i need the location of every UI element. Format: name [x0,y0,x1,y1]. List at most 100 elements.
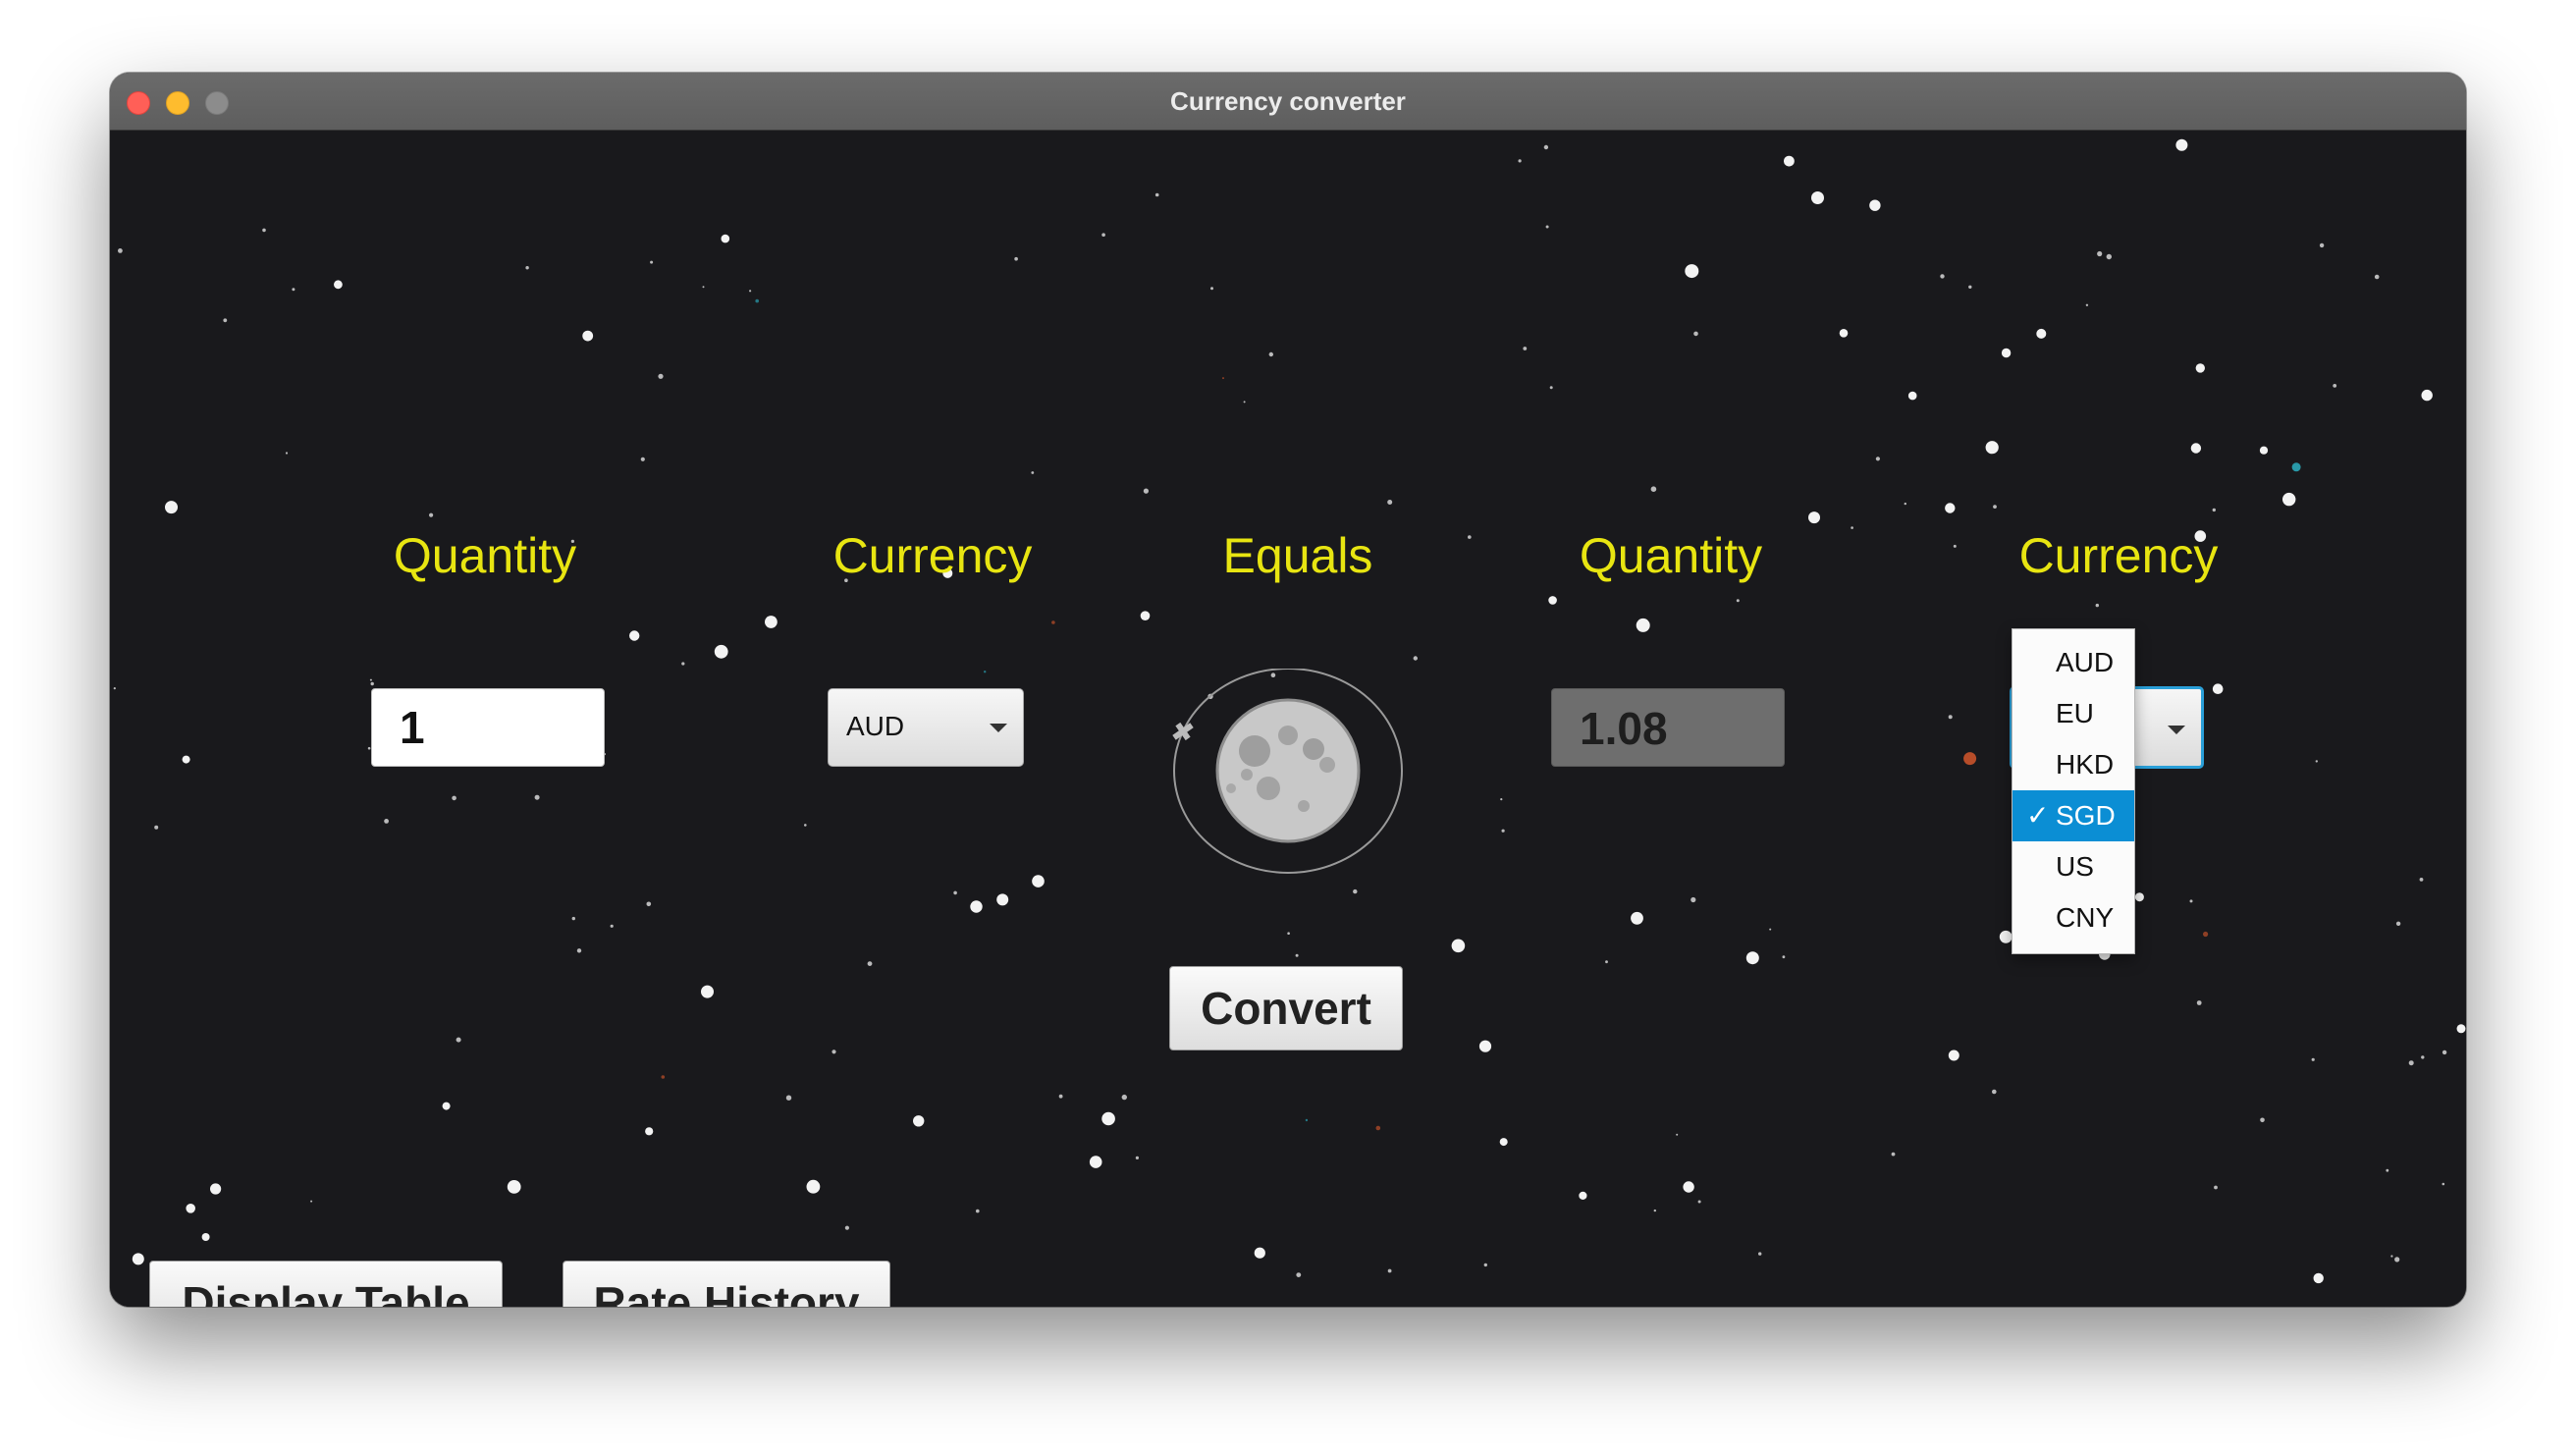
from-currency-label: Currency [832,528,1033,583]
star [2419,878,2424,882]
star [507,1180,521,1194]
star [629,630,640,641]
star [1387,500,1393,505]
star [1891,1152,1896,1157]
star [1101,1111,1115,1126]
star [1605,960,1608,964]
currency-dropdown-list: AUD EU HKD ✓ SGD US CNY [2012,628,2135,954]
star [2085,303,2089,306]
star [1811,191,1824,204]
star [1451,939,1466,953]
dropdown-option-hkd[interactable]: HKD [2012,739,2134,790]
star [370,681,374,686]
star [1782,955,1786,959]
star [867,961,873,966]
star [2374,274,2380,280]
star [1579,1191,1587,1200]
star [1683,1181,1694,1193]
from-quantity-input[interactable] [371,688,605,767]
star [913,1115,925,1127]
star [1636,618,1650,632]
dropdown-option-sgd[interactable]: ✓ SGD [2012,790,2134,841]
star [1543,144,1549,150]
star [1051,620,1055,624]
star [1745,951,1759,965]
star [1287,932,1290,935]
star [442,1102,451,1110]
star [132,1253,144,1265]
convert-button[interactable]: Convert [1169,966,1403,1050]
star [714,644,728,659]
app-window: Currency converter Quantity Currency Equ… [110,73,2466,1307]
star [1697,1200,1701,1204]
star [384,819,389,824]
star [113,687,116,690]
star [1014,256,1018,261]
moon-icon [1172,669,1403,874]
star [1140,611,1151,620]
star [1031,471,1035,474]
star [1676,1133,1679,1136]
star [765,616,778,628]
star [1693,331,1698,337]
star [262,228,266,233]
star [2095,603,2099,608]
chevron-down-icon [990,724,1007,732]
star [721,234,730,243]
from-currency-value: AUD [846,711,905,741]
dropdown-option-aud[interactable]: AUD [2012,637,2134,688]
star [2408,1060,2414,1066]
star [953,890,957,895]
star [1058,1094,1063,1099]
star [186,1204,195,1213]
star [1548,596,1557,605]
star [165,501,178,514]
star [1993,505,1997,509]
star [2260,1117,2265,1123]
star [1904,502,1907,506]
star [1295,953,1299,957]
star [1135,1156,1139,1159]
rate-history-button[interactable]: Rate History [563,1261,890,1307]
to-quantity-label: Quantity [1579,528,1763,583]
star [582,330,594,342]
star [223,318,228,323]
star [645,1127,654,1136]
star [2333,384,2337,388]
dropdown-option-us[interactable]: US [2012,841,2134,892]
star [1968,285,1972,289]
to-currency-label: Currency [2018,528,2219,583]
star [2442,1182,2445,1186]
star [658,373,664,379]
star [1089,1156,1102,1168]
star [1518,159,1522,163]
star [844,1225,850,1230]
dropdown-option-cny[interactable]: CNY [2012,892,2134,943]
star [118,248,123,253]
star [640,457,645,461]
star [1650,486,1657,493]
star [1685,264,1699,279]
star [1210,287,1213,291]
star [1875,457,1880,461]
star [1243,401,1246,404]
star [701,985,714,998]
star [1478,1040,1492,1052]
star [576,948,582,953]
star [1483,1263,1488,1267]
star [2036,328,2047,339]
star [2291,462,2301,472]
star [749,290,752,293]
title-bar[interactable]: Currency converter [110,73,2466,131]
from-currency-select[interactable]: AUD [828,688,1024,767]
star [1523,347,1528,350]
star [154,825,159,830]
equals-label: Equals [1222,528,1373,583]
star [2282,492,2296,507]
star [806,1179,821,1194]
star [1653,1209,1657,1212]
display-table-button[interactable]: Display Table [149,1261,503,1307]
dropdown-option-eu[interactable]: EU [2012,688,2134,739]
star [367,746,371,750]
star [456,1037,461,1043]
